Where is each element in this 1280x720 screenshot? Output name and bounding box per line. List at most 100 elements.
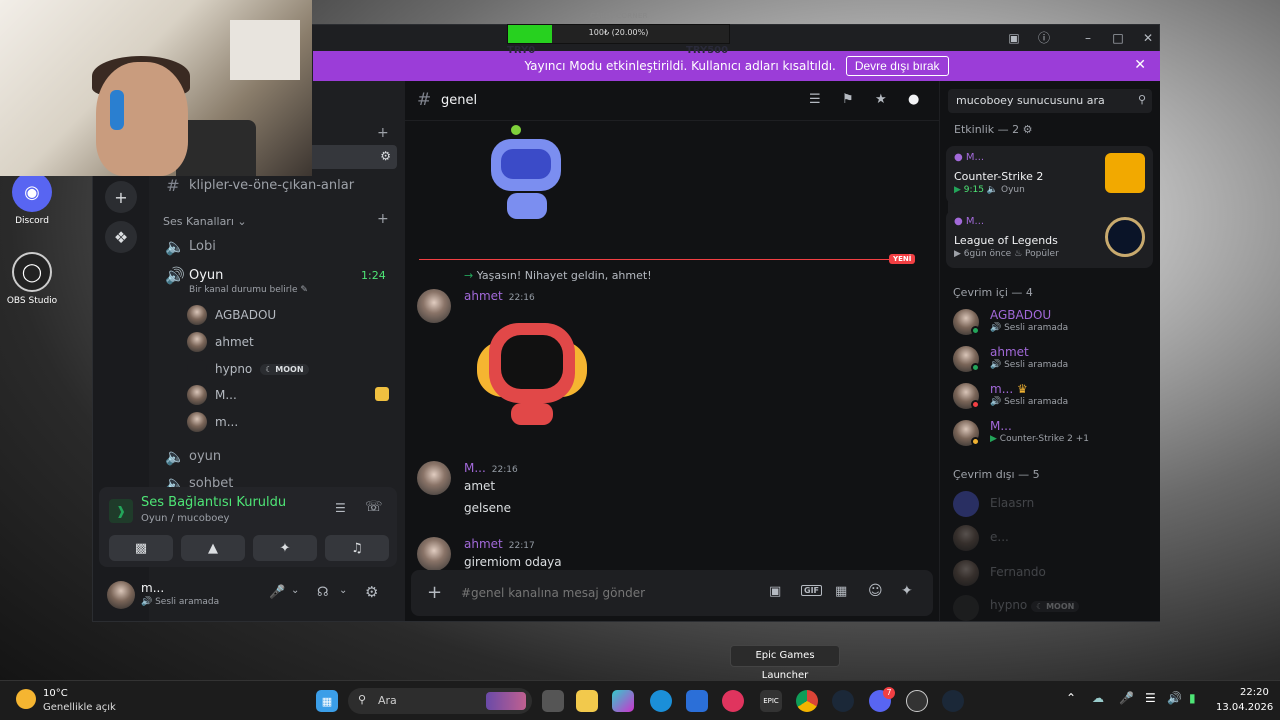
start-button[interactable]: ▦ [316, 690, 338, 712]
help-icon[interactable]: ⓘ [1033, 29, 1055, 47]
pin-icon[interactable]: ★ [875, 92, 887, 107]
activity-card-lol[interactable]: ● M... League of Legends ▶ 6gün önce ♨ P… [946, 210, 1153, 268]
close-icon[interactable]: ✕ [1134, 57, 1146, 73]
avatar[interactable] [107, 581, 135, 609]
activities-button[interactable]: ✦ [253, 535, 317, 561]
headphones-icon[interactable]: ☊ [317, 585, 329, 600]
chevron-down-icon: ⌄ [237, 215, 247, 228]
battery-icon[interactable]: ▮ [1189, 691, 1196, 705]
voice-user[interactable]: hypno ☾ MOON [187, 357, 309, 381]
wifi-icon[interactable]: ☰ [1145, 691, 1156, 705]
weather-temp[interactable]: 10°C [43, 688, 68, 699]
camera-off-button[interactable]: ▩ [109, 535, 173, 561]
members-icon[interactable]: ● [908, 92, 919, 107]
message-author[interactable]: M... 22:16 [464, 461, 518, 475]
discover-icon[interactable]: ❖ [105, 221, 137, 253]
steam-taskbar-icon[interactable] [942, 690, 964, 712]
disconnect-icon[interactable]: ☏ [365, 499, 383, 515]
channel-item[interactable]: # klipler-ve-öne-çıkan-anlar [165, 175, 354, 195]
add-attachment-icon[interactable]: + [427, 582, 442, 603]
gear-icon[interactable]: ⚙ [1023, 123, 1033, 136]
member-item[interactable]: AGBADOU 🔊 Sesli aramada [953, 306, 1153, 338]
steam-icon[interactable] [832, 690, 854, 712]
voice-channel-lobi[interactable]: 🔈 Lobi [165, 236, 216, 256]
member-item-offline[interactable]: Fernando [953, 557, 1153, 589]
voice-location[interactable]: Oyun / mucoboey [141, 513, 229, 524]
close-button[interactable]: ✕ [1137, 29, 1159, 47]
member-item-offline[interactable]: e... [953, 522, 1153, 554]
volume-icon[interactable]: 🔊 [1167, 691, 1182, 705]
threads-icon[interactable]: ☰ [809, 92, 821, 107]
apps-icon[interactable]: ✦ [901, 583, 913, 599]
media-player-icon[interactable] [722, 690, 744, 712]
taskbar-search[interactable]: ⚲ Ara [348, 688, 532, 714]
chevron-down-icon[interactable]: ⌄ [291, 585, 299, 596]
member-item[interactable]: M... ▶ Counter-Strike 2 +1 [953, 417, 1153, 449]
store-icon[interactable] [686, 690, 708, 712]
voice-channel-oyun[interactable]: 🔊 Oyun [165, 265, 223, 285]
weather-icon[interactable] [16, 689, 36, 709]
disable-streamer-mode-button[interactable]: Devre dışı bırak [845, 56, 949, 76]
microphone-tray-icon[interactable]: 🎤 [1119, 691, 1134, 705]
moon-badge: ☾ MOON [260, 363, 309, 375]
voice-channel-oyun-2[interactable]: 🔈 oyun [165, 446, 221, 466]
voice-user[interactable]: AGBADOU [187, 303, 276, 327]
screen-share-button[interactable]: ▲ [181, 535, 245, 561]
task-view-icon[interactable] [542, 690, 564, 712]
avatar[interactable] [417, 537, 451, 571]
avatar[interactable] [417, 461, 451, 495]
epic-games-icon[interactable]: EPIC [760, 690, 782, 712]
chrome-icon[interactable] [796, 690, 818, 712]
chevron-up-icon[interactable]: ⌃ [1066, 691, 1076, 705]
desktop-icon-discord[interactable]: ◉ Discord [2, 172, 62, 226]
member-item-offline[interactable]: Elaasrn [953, 488, 1153, 520]
voice-channel-sohbet[interactable]: 🔈 sohbet [165, 473, 233, 488]
message-input[interactable] [461, 582, 751, 604]
message-author[interactable]: ahmet 22:16 [464, 289, 535, 303]
gear-icon[interactable]: ⚙ [365, 583, 378, 601]
voice-user[interactable]: M... [187, 383, 237, 407]
user-panel: m... 🔊 Sesli aramada 🎤 ⌄ ☊ ⌄ ⚙ [99, 573, 397, 617]
gif-button[interactable]: GIF [801, 585, 823, 596]
voice-user[interactable]: m... [187, 410, 238, 434]
gift-icon[interactable]: ▣ [769, 584, 781, 599]
inbox-icon[interactable]: ▣ [1003, 29, 1025, 47]
clock-date[interactable]: 13.04.2026 [1216, 702, 1273, 713]
add-voice-channel-icon[interactable]: + [377, 211, 389, 227]
bell-icon[interactable]: ⚑ [842, 92, 854, 107]
server-search[interactable]: mucoboey sunucusunu ara ⚲ [948, 89, 1152, 113]
weather-desc[interactable]: Genellikle açık [43, 702, 116, 713]
member-item[interactable]: m... ♛ 🔊 Sesli aramada [953, 380, 1153, 412]
copilot-icon[interactable] [612, 690, 634, 712]
emoji-icon[interactable]: ☺ [868, 583, 883, 599]
microphone-icon[interactable]: 🎤 [269, 585, 285, 600]
add-server-icon[interactable]: + [105, 181, 137, 213]
avatar [187, 385, 207, 405]
activity-card-cs2[interactable]: ● M... Counter-Strike 2 ▶ 9:15 🔈 Oyun [946, 146, 1153, 204]
chevron-down-icon[interactable]: ⌄ [339, 585, 347, 596]
soundboard-button[interactable]: ♫ [325, 535, 389, 561]
message-author[interactable]: ahmet 22:17 [464, 537, 535, 551]
desktop-icon-obs[interactable]: ◯ OBS Studio [2, 252, 62, 306]
avatar[interactable] [417, 289, 451, 323]
channel-status-prompt[interactable]: Bir kanal durumu belirle ✎ [189, 285, 308, 295]
progress-text: 100₺ (20.00%) [588, 28, 649, 37]
member-item[interactable]: ahmet 🔊 Sesli aramada [953, 343, 1153, 375]
member-item-offline[interactable]: hypno ☾ MOON [953, 592, 1153, 621]
edge-icon[interactable] [650, 690, 672, 712]
clock-time[interactable]: 22:20 [1240, 687, 1269, 698]
sticker-icon[interactable]: ▦ [835, 584, 847, 599]
robot-sticker [477, 317, 587, 427]
voice-user[interactable]: ahmet [187, 330, 254, 354]
onedrive-icon[interactable]: ☁ [1092, 691, 1104, 705]
file-explorer-icon[interactable] [576, 690, 598, 712]
search-label: Ara [378, 694, 397, 707]
settings-icon[interactable]: ⚙ [380, 149, 391, 163]
soundboard-wave-icon[interactable]: ☰ [335, 501, 346, 515]
channel-title: genel [441, 93, 478, 108]
maximize-button[interactable]: □ [1107, 29, 1129, 47]
add-channel-icon[interactable]: + [377, 125, 389, 141]
voice-category[interactable]: Ses Kanalları ⌄ [163, 215, 247, 228]
minimize-button[interactable]: – [1077, 29, 1099, 47]
obs-taskbar-icon[interactable] [906, 690, 928, 712]
